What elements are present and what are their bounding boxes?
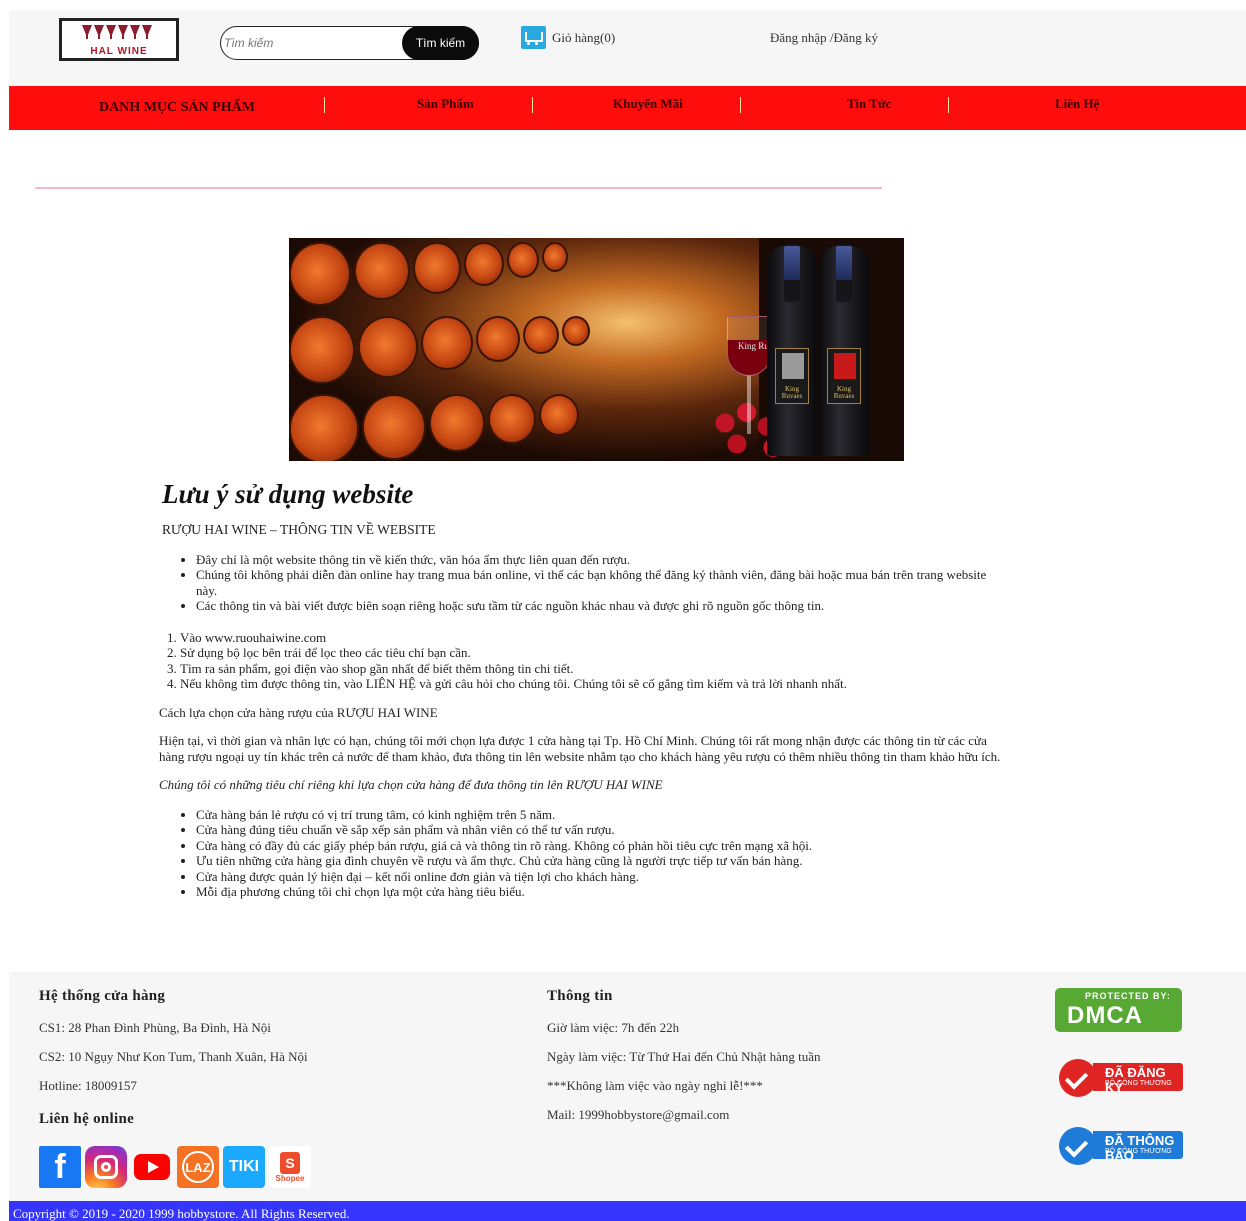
list-item: Các thông tin và bài viết được biên soạn… <box>196 598 1009 614</box>
list-item: Nếu không tìm được thông tin, vào LIÊN H… <box>180 676 1009 692</box>
logo-glasses-icon <box>82 25 152 39</box>
barrel-row <box>289 242 568 306</box>
article-subhead: RƯỢU HAI WINE – THÔNG TIN VỀ WEBSITE <box>162 522 436 537</box>
instagram-icon[interactable] <box>85 1146 127 1188</box>
footer: Hệ thống cửa hàng CS1: 28 Phan Đình Phùn… <box>9 972 1246 1201</box>
dmca-badge[interactable]: PROTECTED BY: DMCA <box>1055 988 1182 1032</box>
paragraph-current: Hiện tại, vì thời gian và nhân lực có hạ… <box>159 733 1001 764</box>
list-item: Ưu tiên những cửa hàng gia đình chuyên v… <box>196 853 1009 869</box>
check-icon <box>1059 1059 1097 1097</box>
footer-online-title: Liên hệ online <box>39 1111 135 1127</box>
cart-label: Giỏ hàng(0) <box>552 29 616 45</box>
bottle-brand-text: King Ruvaes <box>781 385 803 400</box>
nav-item-products[interactable]: Sản Phẩm <box>417 96 474 112</box>
criteria-list: Cửa hàng bán lẻ rượu có vị trí trung tâm… <box>159 807 1009 900</box>
store-address-1: CS1: 28 Phan Đình Phùng, Ba Đình, Hà Nội <box>39 1020 271 1035</box>
registered-ministry-badge[interactable]: ĐÃ ĐĂNG KÝ BỘ CÔNG THƯƠNG <box>1059 1059 1183 1097</box>
hotline: Hotline: 18009157 <box>39 1078 137 1093</box>
wine-glass-stem <box>747 376 751 434</box>
site-logo[interactable]: HAL WINE <box>59 18 179 61</box>
wine-bottle-image: King Ruvaes <box>767 244 817 456</box>
ministry-text: BỘ CÔNG THƯƠNG <box>1105 1080 1172 1087</box>
footer-stores-title: Hệ thống cửa hàng <box>39 988 166 1004</box>
ministry-text: BỘ CÔNG THƯƠNG <box>1105 1148 1172 1155</box>
list-item: Cửa hàng được quản lý hiện đại – kết nối… <box>196 869 1009 885</box>
list-item: Cửa hàng có đầy đủ các giấy phép bán rượ… <box>196 838 1009 854</box>
divider-line <box>35 187 882 189</box>
list-item: Cửa hàng đúng tiêu chuẩn về sắp xếp sản … <box>196 822 1009 838</box>
shopee-bag-icon: S <box>280 1151 300 1174</box>
check-icon <box>1059 1127 1097 1165</box>
footer-info: Thông tin Giờ làm việc: 7h đến 22h Ngày … <box>547 988 821 1136</box>
steps-list: Vào www.ruouhaiwine.com Sử dụng bộ lọc b… <box>159 630 1009 692</box>
logo-text: HAL WINE <box>90 46 148 57</box>
tiki-icon[interactable]: TIKI <box>223 1146 265 1188</box>
list-item: Tìm ra sản phẩm, gọi điện vào shop gần n… <box>180 661 1009 677</box>
paragraph-choose: Cách lựa chọn cửa hàng rượu của RƯỢU HAI… <box>159 704 438 720</box>
search-button[interactable]: Tìm kiếm <box>402 26 479 60</box>
footer-info-title: Thông tin <box>547 988 613 1004</box>
notified-ministry-badge[interactable]: ĐÃ THÔNG BÁO BỘ CÔNG THƯƠNG <box>1059 1127 1183 1165</box>
lazada-icon[interactable]: LAZ <box>177 1146 219 1188</box>
nav-separator <box>740 97 741 113</box>
paragraph-criteria: Chúng tôi có những tiêu chí riêng khi lự… <box>159 777 663 792</box>
store-address-2: CS2: 10 Ngụy Như Kon Tum, Thanh Xuân, Hà… <box>39 1049 308 1064</box>
list-item: Mỗi địa phương chúng tôi chỉ chọn lựa mộ… <box>196 884 1009 900</box>
banner-image: King Ruvaes King Ruvaes King Ruvaes <box>289 238 904 461</box>
wine-bottle-image: King Ruvaes <box>819 244 869 456</box>
list-item: Cửa hàng bán lẻ rượu có vị trí trung tâm… <box>196 807 1009 823</box>
shopee-icon[interactable]: S Shopee <box>269 1146 311 1188</box>
facebook-icon[interactable]: f <box>39 1146 81 1188</box>
working-hours: Giờ làm việc: 7h đến 22h <box>547 1020 680 1035</box>
nav-item-promotions[interactable]: Khuyến Mãi <box>613 96 683 112</box>
lazada-label: LAZ <box>182 1151 214 1183</box>
shopee-label: Shopee <box>275 1173 305 1183</box>
nav-item-news[interactable]: Tin Tức <box>847 96 892 112</box>
notes-list: Đây chỉ là một website thông tin về kiến… <box>159 552 1009 614</box>
contact-mail[interactable]: Mail: 1999hobbystore@gmail.com <box>547 1107 821 1123</box>
list-item: Vào www.ruouhaiwine.com <box>180 630 1009 646</box>
article: Lưu ý sử dụng website RƯỢU HAI WINE – TH… <box>159 478 1009 900</box>
working-days: Ngày làm việc: Từ Thứ Hai đến Chủ Nhật h… <box>547 1049 821 1064</box>
nav-separator <box>948 97 949 113</box>
social-links: f LAZ TIKI S Shopee <box>39 1146 311 1188</box>
list-item: Chúng tôi không phải diễn đàn online hay… <box>196 567 1009 598</box>
main-nav: DANH MỤC SẢN PHẨM Sản Phẩm Khuyến Mãi Ti… <box>9 86 1246 130</box>
barrel-row <box>289 316 590 384</box>
copyright-bar: Copyright © 2019 - 2020 1999 hobbystore.… <box>9 1201 1246 1221</box>
nav-separator <box>324 97 325 113</box>
bottle-brand-text: King Ruvaes <box>833 385 855 400</box>
search-input[interactable] <box>221 27 403 59</box>
cart-link[interactable]: Giỏ hàng(0) <box>521 26 615 49</box>
login-register-link[interactable]: Đăng nhập /Đăng ký <box>770 30 878 46</box>
article-title: Lưu ý sử dụng website <box>162 479 414 509</box>
top-bar: HAL WINE Tìm kiếm Giỏ hàng(0) Đăng nhập … <box>9 10 1246 86</box>
holiday-note: ***Không làm việc vào ngày nghỉ lễ!*** <box>547 1078 763 1093</box>
nav-product-categories[interactable]: DANH MỤC SẢN PHẨM <box>99 100 255 116</box>
youtube-icon[interactable] <box>131 1146 173 1188</box>
footer-stores: Hệ thống cửa hàng CS1: 28 Phan Đình Phùn… <box>39 988 308 1128</box>
search-box: Tìm kiếm <box>220 26 479 60</box>
dmca-text: DMCA <box>1067 1002 1143 1029</box>
barrel-row <box>289 394 579 461</box>
nav-item-contact[interactable]: Liên Hệ <box>1055 96 1099 112</box>
dmca-top-text: PROTECTED BY: <box>1085 991 1171 1001</box>
nav-separator <box>532 97 533 113</box>
cart-icon <box>521 26 546 49</box>
list-item: Sử dụng bộ lọc bên trái để lọc theo các … <box>180 645 1009 661</box>
list-item: Đây chỉ là một website thông tin về kiến… <box>196 552 1009 568</box>
